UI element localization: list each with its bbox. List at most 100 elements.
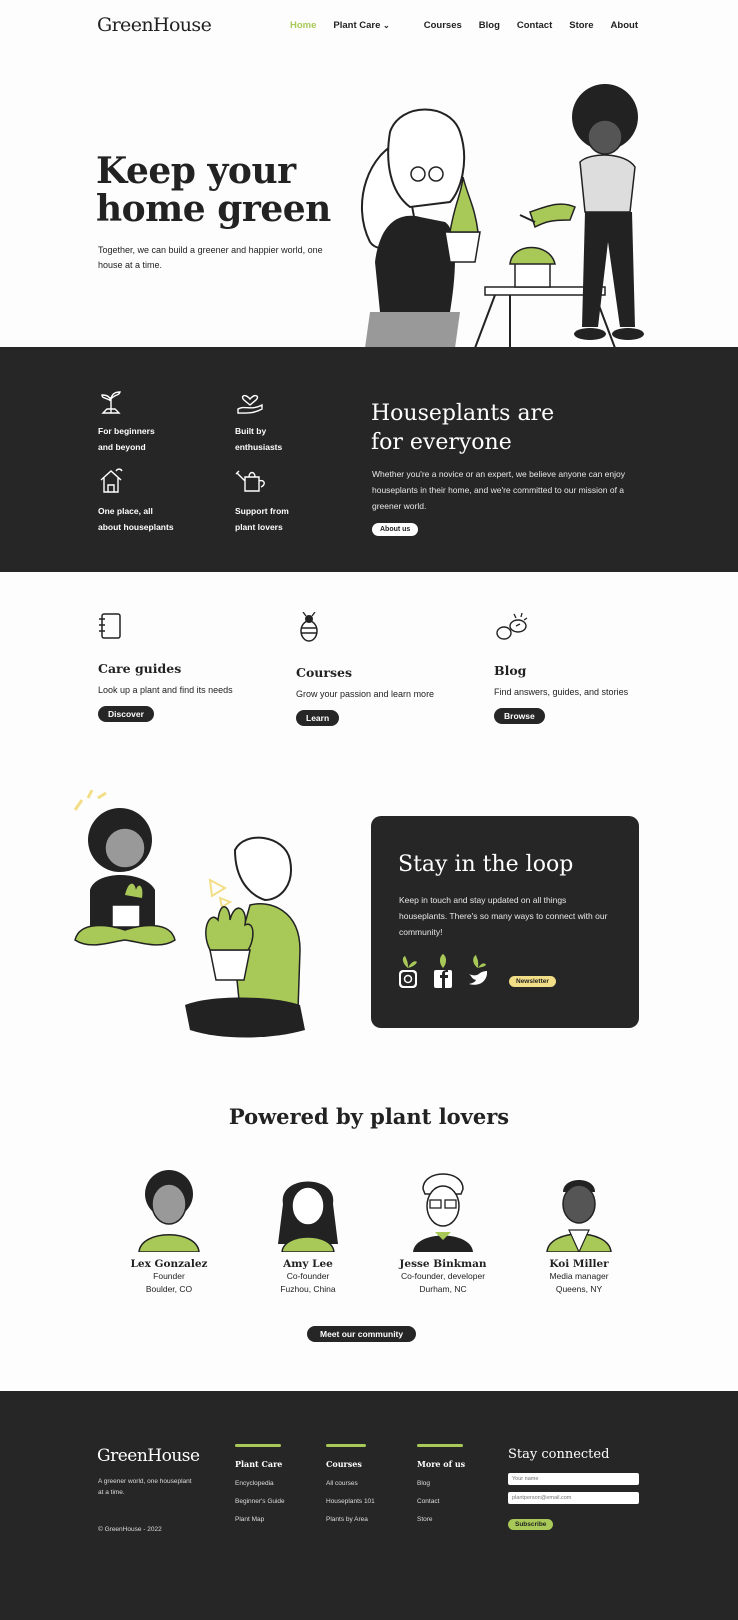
member-location: Boulder, CO: [145, 1284, 193, 1294]
band-title-line2: for everyone: [371, 430, 512, 455]
card-blog: Blog Find answers, guides, and stories B…: [494, 612, 664, 724]
card-title: Blog: [494, 663, 527, 678]
feature-label-line2: and beyond: [98, 442, 146, 452]
footer-link[interactable]: All courses: [326, 1480, 416, 1487]
footer-link[interactable]: Encyclopedia: [235, 1480, 325, 1487]
nav-link-contact[interactable]: Contact: [517, 20, 552, 31]
team-member: Jesse Binkman Co-founder, developer Durh…: [378, 1164, 508, 1296]
email-input[interactable]: [508, 1492, 639, 1504]
footer-logo[interactable]: GreenHouse: [97, 1446, 200, 1466]
hero-title-line1: Keep your: [96, 150, 296, 192]
card-text: Grow your passion and learn more: [296, 689, 435, 699]
footer-link[interactable]: Store: [417, 1516, 507, 1523]
nav-links: Home Plant Care ⌄ Courses Blog Contact S…: [290, 20, 655, 31]
loop-illustration: [73, 790, 305, 1038]
feature-enthusiasts: Built by enthusiasts: [235, 387, 365, 455]
footer-column-courses: Courses All courses Houseplants 101 Plan…: [326, 1444, 416, 1523]
instagram-icon[interactable]: [397, 954, 419, 990]
card-title: Care guides: [98, 661, 182, 676]
member-role: Founder: [153, 1271, 185, 1281]
avatar: [546, 1180, 612, 1252]
learn-button[interactable]: Learn: [296, 710, 340, 726]
hero-illustration: [361, 84, 644, 348]
facebook-icon[interactable]: [432, 954, 454, 990]
nav-link-store[interactable]: Store: [569, 20, 593, 31]
footer-link[interactable]: Plants by Area: [326, 1516, 416, 1523]
footer-column-more: More of us Blog Contact Store: [417, 1444, 507, 1523]
card-courses: Courses Grow your passion and learn more…: [296, 611, 466, 726]
feature-beginners: For beginners and beyond: [98, 387, 228, 455]
footer-column-title: More of us: [417, 1459, 466, 1469]
sprout-icon: [101, 391, 121, 414]
card-text: Look up a plant and find its needs: [98, 685, 233, 695]
footer-divider: [326, 1444, 366, 1447]
footer-link[interactable]: Beginner's Guide: [235, 1498, 325, 1505]
footer-link[interactable]: Houseplants 101: [326, 1498, 416, 1505]
newsletter-card: Stay in the loop Keep in touch and stay …: [371, 816, 639, 1028]
footer-divider: [417, 1444, 463, 1447]
about-us-button[interactable]: About us: [372, 523, 419, 536]
hero-subtitle: Together, we can build a greener and hap…: [98, 245, 323, 270]
newsletter-button[interactable]: Newsletter: [509, 976, 556, 987]
bee-icon: [300, 611, 318, 642]
footer-link[interactable]: Contact: [417, 1498, 507, 1505]
nav-link-about[interactable]: About: [611, 20, 638, 31]
twitter-icon[interactable]: [467, 954, 489, 990]
member-role: Co-founder, developer: [400, 1271, 486, 1281]
feature-label-line1: One place, all: [98, 506, 153, 516]
feature-label-line2: plant lovers: [235, 522, 283, 532]
name-input[interactable]: [508, 1473, 639, 1485]
member-role: Co-founder: [286, 1271, 330, 1281]
footer-column-title: Plant Care: [235, 1459, 283, 1469]
feature-label: One place, all about houseplants: [98, 503, 228, 535]
footer-copyright: © GreenHouse - 2022: [98, 1526, 162, 1533]
meet-community-button[interactable]: Meet our community: [307, 1326, 417, 1342]
heart-hand-icon: [237, 394, 263, 414]
team-member: Amy Lee Co-founder Fuzhou, China: [243, 1164, 373, 1296]
feature-label: For beginners and beyond: [98, 423, 228, 455]
footer-column-plant-care: Plant Care Encyclopedia Beginner's Guide…: [235, 1444, 325, 1523]
footer-divider: [235, 1444, 281, 1447]
notebook-icon: [99, 613, 121, 639]
feature-one-place: One place, all about houseplants: [98, 467, 228, 535]
member-name: Lex Gonzalez: [130, 1258, 208, 1270]
hero-title: Keep your home green: [96, 152, 331, 228]
loop-title: Stay in the loop: [398, 852, 574, 877]
avatar: [413, 1173, 473, 1252]
feature-label-line2: enthusiasts: [235, 442, 283, 452]
site-logo[interactable]: GreenHouse: [97, 14, 212, 36]
team-title: Powered by plant lovers: [228, 1104, 510, 1129]
feature-label-line1: For beginners: [98, 426, 155, 436]
card-text: Find answers, guides, and stories: [494, 687, 629, 697]
features-band: For beginners and beyond Built by enthus…: [0, 347, 738, 572]
stay-connected-title: Stay connected: [508, 1447, 610, 1462]
footer: GreenHouse A greener world, one housepla…: [0, 1391, 738, 1620]
footer-column-title: Courses: [326, 1459, 362, 1469]
avatar: [278, 1181, 338, 1252]
member-name: Amy Lee: [283, 1258, 333, 1270]
chat-bubbles-icon: [496, 612, 528, 640]
feature-label: Support from plant lovers: [235, 503, 365, 535]
band-title-line1: Houseplants are: [371, 401, 555, 426]
subscribe-button[interactable]: Subscribe: [508, 1519, 554, 1530]
hero-title-line2: home green: [96, 188, 331, 230]
band-title: Houseplants are for everyone: [371, 399, 554, 457]
nav-link-courses[interactable]: Courses: [424, 20, 462, 31]
nav-link-plant-care-label: Plant Care: [333, 20, 381, 31]
member-name: Koi Miller: [549, 1258, 609, 1270]
member-location: Durham, NC: [419, 1284, 467, 1294]
feature-support: Support from plant lovers: [235, 467, 365, 535]
footer-link[interactable]: Blog: [417, 1480, 507, 1487]
footer-link[interactable]: Plant Map: [235, 1516, 325, 1523]
house-plant-icon: [100, 468, 123, 493]
member-location: Queens, NY: [555, 1284, 603, 1294]
feature-label-line2: about houseplants: [98, 522, 174, 532]
nav-link-blog[interactable]: Blog: [479, 20, 500, 31]
discover-button[interactable]: Discover: [98, 706, 154, 722]
chevron-down-icon: ⌄: [383, 21, 390, 30]
nav-link-home[interactable]: Home: [290, 20, 316, 31]
browse-button[interactable]: Browse: [494, 708, 545, 724]
nav-link-plant-care[interactable]: Plant Care ⌄: [333, 20, 406, 31]
team-member: Lex Gonzalez Founder Boulder, CO: [104, 1164, 234, 1296]
member-role: Media manager: [549, 1271, 609, 1281]
